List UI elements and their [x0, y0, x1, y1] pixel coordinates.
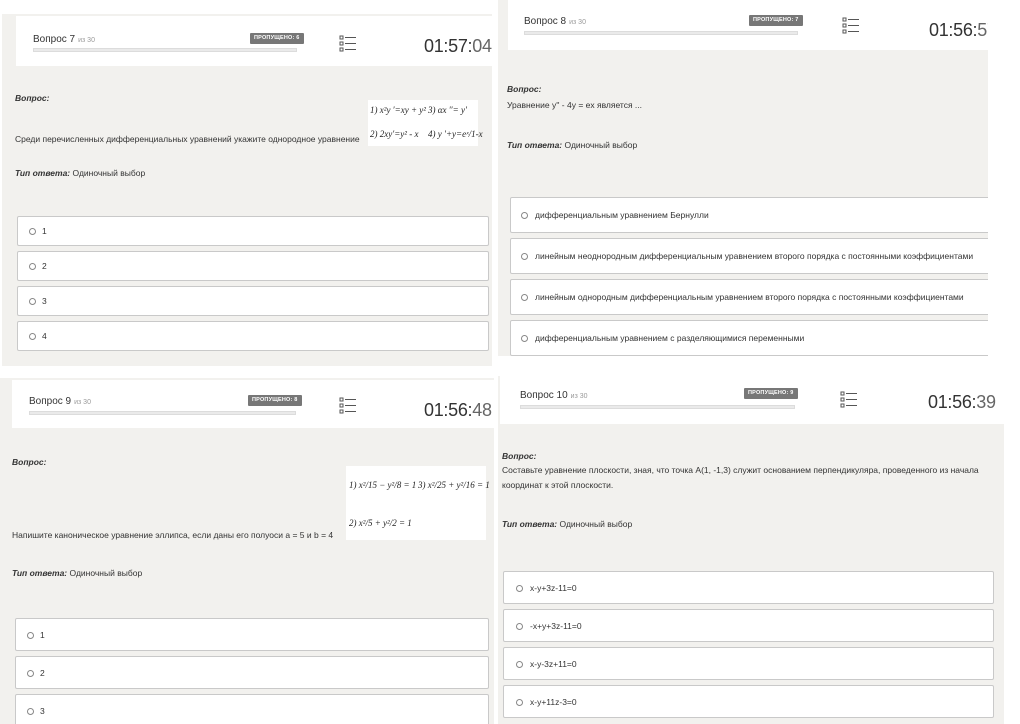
question-list-icon[interactable] [339, 34, 357, 52]
option-1[interactable]: 1 [17, 216, 489, 246]
formula-item: 4) y ′+y=eˣ/1-x [428, 129, 483, 139]
question-header: Вопрос 7 из 30 ПРОПУЩЕНО: 6 01:57:04 [16, 16, 492, 66]
timer: 01:56:57 [929, 20, 988, 40]
answer-type: Тип ответа: Одиночный выбор [502, 519, 633, 529]
question-label: Вопрос: [507, 84, 542, 94]
option-4[interactable]: 4 [17, 321, 489, 351]
formula-item: 2) 2xy′=y² - x [370, 129, 419, 139]
radio-icon [29, 228, 36, 235]
skipped-badge[interactable]: ПРОПУЩЕНО: 9 [744, 388, 798, 399]
skipped-badge[interactable]: ПРОПУЩЕНО: 7 [749, 15, 803, 26]
question-label: Вопрос: [502, 451, 537, 461]
question-list-icon[interactable] [339, 396, 357, 414]
radio-icon [27, 669, 34, 677]
question-text: Напишите каноническое уравнение эллипса,… [12, 530, 334, 540]
question-label: Вопрос: [12, 457, 47, 467]
radio-icon [27, 631, 34, 639]
option-3[interactable]: 3 [17, 286, 489, 316]
radio-icon [521, 294, 528, 301]
formula-item: 2) x²/5 + y²/2 = 1 [349, 518, 412, 528]
option-label: линейным однородным дифференциальным ура… [535, 292, 964, 302]
question-text: Уравнение y'' - 4y = ex является ... [507, 100, 643, 110]
skipped-badge[interactable]: ПРОПУЩЕНО: 8 [248, 395, 302, 406]
option-1[interactable]: дифференциальным уравнением Бернулли [510, 197, 988, 233]
option-label: 1 [40, 629, 45, 640]
option-label: 2 [42, 261, 47, 271]
timer: 01:56:48 [424, 400, 492, 420]
question-number: Вопрос 9 из 30 [29, 396, 91, 407]
question-text: Составьте уравнение плоскости, зная, что… [502, 465, 979, 490]
option-1[interactable]: 1 [15, 618, 489, 651]
option-2[interactable]: -x+y+3z-11=0 [503, 609, 994, 642]
option-label: x-y+11z-3=0 [530, 696, 577, 707]
question-list-icon[interactable] [842, 16, 860, 34]
question-number: Вопрос 10 из 30 [520, 390, 588, 401]
question-header: Вопрос 8из 30 ПРОПУЩЕНО: 7 01:56:57 [508, 0, 988, 50]
formula-item: 1) x²y ′=xy + y² [370, 105, 426, 115]
option-3[interactable]: 3 [15, 694, 489, 724]
radio-icon [516, 698, 523, 706]
radio-icon [521, 335, 528, 342]
formula-image: 1) x²/15 − y²/8 = 1 3) x²/25 + y²/16 = 1… [346, 466, 490, 540]
question-10-panel: Вопрос 10 из 30 ПРОПУЩЕНО: 9 01:56:39 Воп… [498, 376, 1004, 724]
option-label: 2 [40, 667, 45, 678]
option-label: -x+y+3z-11=0 [530, 620, 582, 631]
radio-icon [29, 333, 36, 340]
question-text: Среди перечисленных дифференциальных ура… [15, 134, 360, 144]
formula-image: 1) x²y ′=xy + y² 3) αx ′′= y′ 2) 2xy′=y²… [368, 100, 483, 146]
radio-icon [516, 622, 523, 630]
option-4[interactable]: x-y+11z-3=0 [503, 685, 994, 718]
radio-icon [29, 298, 36, 305]
answer-type: Тип ответа: Одиночный выбор [12, 568, 143, 578]
option-label: x-y-3z+11=0 [530, 658, 577, 669]
question-number: Вопрос 7 из 30 [33, 34, 95, 45]
option-2[interactable]: 2 [17, 251, 489, 281]
question-number: Вопрос 8 из 30 [524, 16, 586, 27]
radio-icon [27, 707, 34, 715]
formula-item: 3) x²/25 + y²/16 = 1 [418, 480, 490, 490]
option-label: 4 [42, 331, 47, 341]
radio-icon [521, 212, 528, 219]
option-label: дифференциальным уравнением с разделяющи… [535, 333, 805, 343]
option-2[interactable]: 2 [15, 656, 489, 689]
timer: 01:57:04 [424, 36, 492, 56]
option-label: 1 [42, 226, 47, 236]
option-label: дифференциальным уравнением Бернулли [535, 210, 709, 220]
formula-item: 3) αx ′′= y′ [428, 105, 467, 115]
formula-item: 1) x²/15 − y²/8 = 1 [349, 480, 417, 490]
option-label: линейным неоднородным дифференциальным у… [535, 251, 974, 261]
radio-icon [516, 584, 523, 592]
option-3[interactable]: x-y-3z+11=0 [503, 647, 994, 680]
question-header: Вопрос 9 из 30 ПРОПУЩЕНО: 8 01:56:48 [12, 380, 494, 428]
progress-bar [29, 411, 296, 415]
timer: 01:56:39 [928, 392, 996, 412]
question-9-panel: Вопрос 9 из 30 ПРОПУЩЕНО: 8 01:56:48 Вопр… [0, 378, 494, 724]
option-label: 3 [40, 705, 45, 716]
question-7-panel: Вопрос 7 из 30 ПРОПУЩЕНО: 6 01:57:04 Вопр… [2, 14, 492, 366]
radio-icon [521, 253, 528, 260]
question-list-icon[interactable] [840, 390, 858, 408]
option-4[interactable]: дифференциальным уравнением с разделяющи… [510, 320, 988, 356]
answer-type: Тип ответа: Одиночный выбор [15, 168, 146, 178]
answer-type: Тип ответа: Одиночный выбор [507, 140, 638, 150]
radio-icon [29, 263, 36, 270]
radio-icon [516, 660, 523, 668]
question-8-panel: Вопрос 8из 30 ПРОПУЩЕНО: 7 01:56:57 Вопр… [498, 0, 988, 356]
question-label: Вопрос: [15, 93, 50, 103]
option-2[interactable]: линейным неоднородным дифференциальным у… [510, 238, 988, 274]
skipped-badge[interactable]: ПРОПУЩЕНО: 6 [250, 33, 304, 44]
option-1[interactable]: x-y+3z-11=0 [503, 571, 994, 604]
option-label: 3 [42, 296, 47, 306]
progress-bar [524, 31, 798, 35]
option-3[interactable]: линейным однородным дифференциальным ура… [510, 279, 988, 315]
option-label: x-y+3z-11=0 [530, 582, 577, 593]
question-header: Вопрос 10 из 30 ПРОПУЩЕНО: 9 01:56:39 [500, 376, 1004, 424]
progress-bar [520, 405, 795, 409]
progress-bar [33, 48, 297, 52]
